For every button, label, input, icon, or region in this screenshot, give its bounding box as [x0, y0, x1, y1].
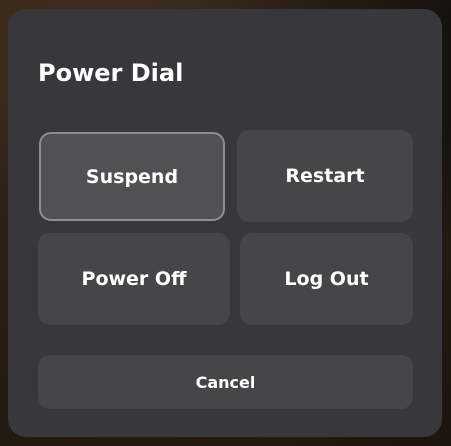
log-out-button[interactable]: Log Out	[240, 233, 413, 325]
power-off-button-label: Power Off	[81, 268, 187, 290]
log-out-button-label: Log Out	[284, 268, 369, 290]
power-off-button[interactable]: Power Off	[38, 233, 230, 325]
power-dialog: Power Dial Suspend Restart Power Off Log…	[8, 9, 442, 437]
restart-button[interactable]: Restart	[237, 130, 413, 222]
cancel-button[interactable]: Cancel	[38, 355, 413, 409]
restart-button-label: Restart	[285, 165, 365, 187]
dialog-title: Power Dial	[38, 59, 184, 87]
suspend-button-label: Suspend	[85, 165, 179, 188]
suspend-button[interactable]: Suspend	[39, 132, 225, 221]
cancel-button-label: Cancel	[195, 372, 256, 392]
